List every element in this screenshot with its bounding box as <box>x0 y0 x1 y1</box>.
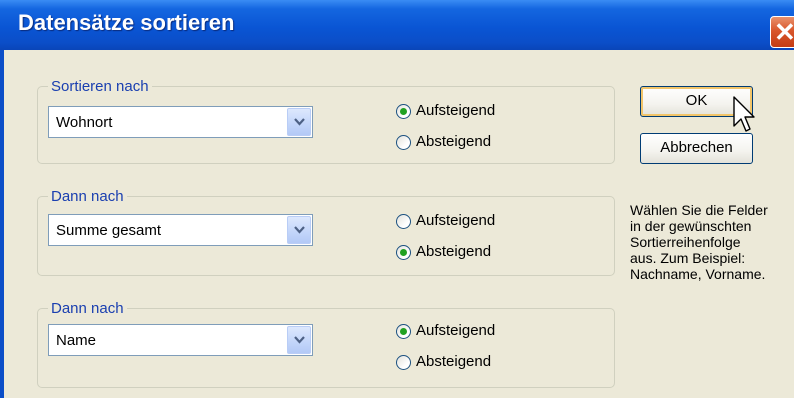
help-line: aus. Zum Beispiel: <box>630 250 746 266</box>
radio-label: Aufsteigend <box>416 102 496 119</box>
radio-button[interactable] <box>396 135 411 150</box>
sort-field-3-combobox[interactable]: Name <box>48 324 313 356</box>
radio-label: Aufsteigend <box>416 212 496 229</box>
help-line: Sortierreihenfolge <box>630 234 741 250</box>
chevron-down-icon <box>294 336 305 344</box>
chevron-down-icon <box>294 226 305 234</box>
mouse-cursor-icon <box>733 96 755 132</box>
radio-button[interactable] <box>396 355 411 370</box>
group-legend: Dann nach <box>48 300 127 317</box>
radio-label: Absteigend <box>416 133 492 150</box>
radio-button[interactable] <box>396 324 411 339</box>
help-line: Wählen Sie die Felder <box>630 202 768 218</box>
cancel-button[interactable]: Abbrechen <box>640 133 753 164</box>
radio-label: Absteigend <box>416 243 492 260</box>
radio-selected-dot <box>400 249 407 256</box>
dropdown-arrow-button[interactable] <box>287 108 311 136</box>
window-title: Datensätze sortieren <box>18 10 235 35</box>
sort-field-2-combobox[interactable]: Summe gesamt <box>48 214 313 246</box>
radio-label: Absteigend <box>416 353 492 370</box>
combo-value: Wohnort <box>56 114 113 131</box>
radio-selected-dot <box>400 108 407 115</box>
radio-label: Aufsteigend <box>416 322 496 339</box>
help-line: in der gewünschten <box>630 218 752 234</box>
close-icon: ✕ <box>774 17 794 47</box>
window-frame-left <box>0 50 4 398</box>
combo-value: Name <box>56 332 97 349</box>
dropdown-arrow-button[interactable] <box>287 326 311 354</box>
radio-selected-dot <box>400 328 407 335</box>
group-legend: Dann nach <box>48 188 127 205</box>
group-legend: Sortieren nach <box>48 78 152 95</box>
chevron-down-icon <box>294 118 305 126</box>
combo-value: Summe gesamt <box>56 222 162 239</box>
title-bar[interactable]: Datensätze sortieren ✕ <box>0 0 794 50</box>
dropdown-arrow-button[interactable] <box>287 216 311 244</box>
help-text: Wählen Sie die Felder in der gewünschten… <box>630 202 794 282</box>
radio-button[interactable] <box>396 104 411 119</box>
help-line: Nachname, Vorname. <box>630 266 766 282</box>
radio-button[interactable] <box>396 214 411 229</box>
sort-field-1-combobox[interactable]: Wohnort <box>48 106 313 138</box>
close-button[interactable]: ✕ <box>770 16 794 48</box>
radio-button[interactable] <box>396 245 411 260</box>
